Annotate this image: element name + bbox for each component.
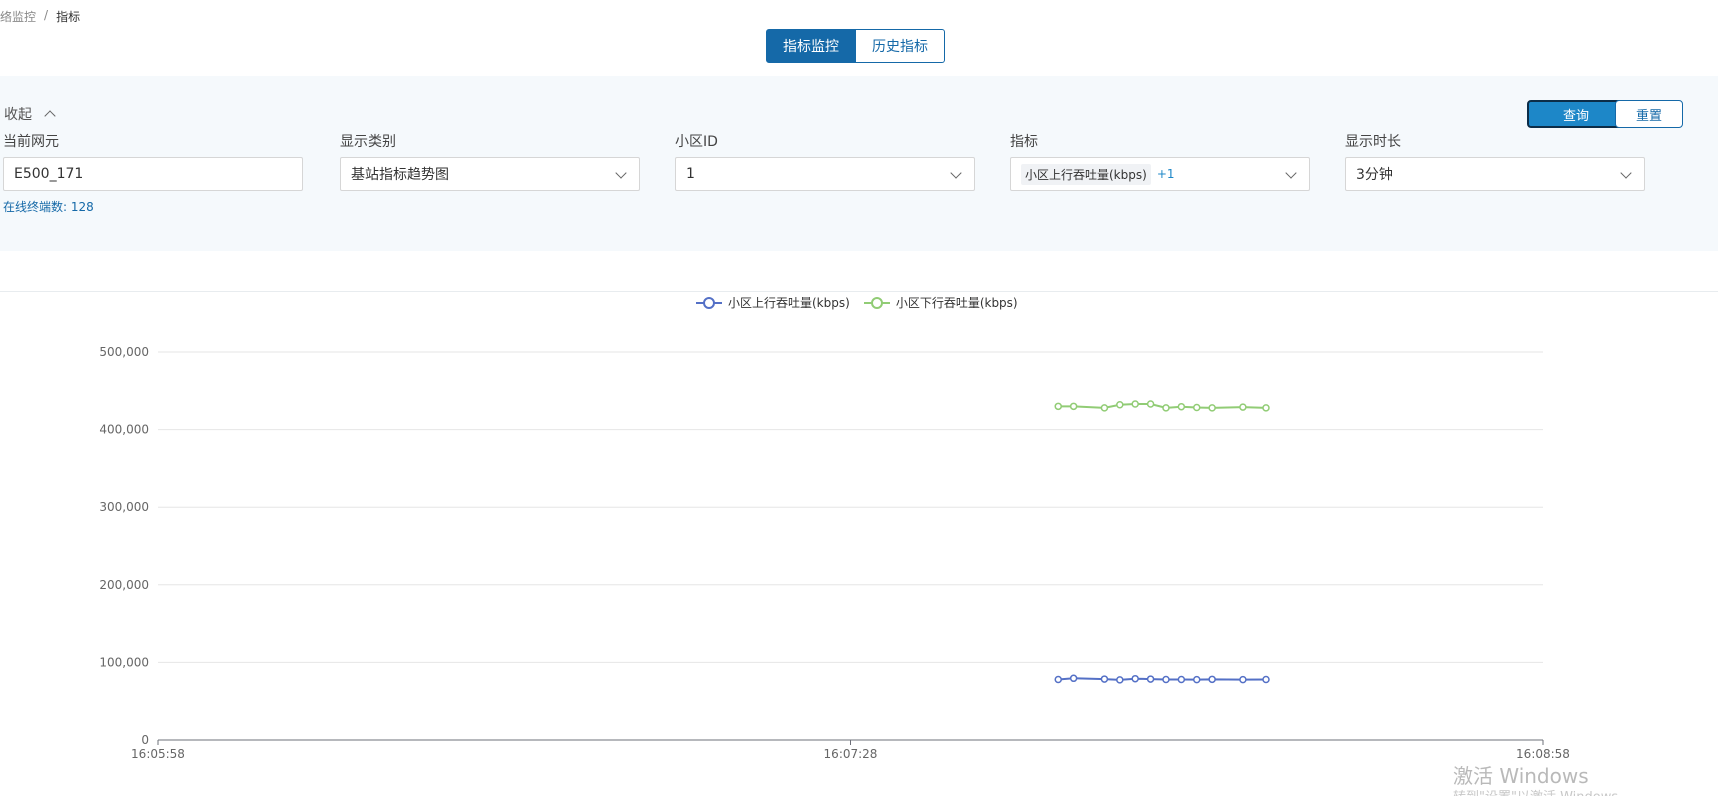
x-tick-label: 16:05:58 [131, 747, 185, 761]
data-point [1208, 404, 1216, 412]
reset-button[interactable]: 重置 [1615, 100, 1683, 128]
data-point [1146, 400, 1155, 408]
duration-value: 3分钟 [1356, 167, 1393, 183]
y-tick-label: 0 [141, 733, 149, 747]
collapse-label: 收起 [4, 107, 32, 123]
activation-watermark-hint: 转到"设置"以激活 Windows。 [1453, 786, 1631, 796]
online-terminals-count: 在线终端数: 128 [3, 200, 94, 214]
cell-id-select[interactable]: 1 [675, 157, 975, 191]
display-type-label: 显示类别 [340, 134, 396, 150]
metric-more-count: +1 [1156, 167, 1175, 181]
cell-id-label: 小区ID [675, 134, 718, 150]
mode-tabs: 指标监控 历史指标 [766, 29, 945, 63]
breadcrumb-parent[interactable]: 络监控 [0, 8, 36, 25]
x-tick-label: 16:07:28 [824, 747, 878, 761]
y-tick-label: 100,000 [99, 655, 149, 669]
data-point [1193, 403, 1201, 412]
legend-label-uplink: 小区上行吞吐量(kbps) [728, 296, 850, 310]
tab-realtime-metrics[interactable]: 指标监控 [766, 29, 856, 63]
divider [0, 291, 1718, 292]
display-type-select[interactable]: 基站指标趋势图 [340, 157, 640, 191]
data-point [1208, 675, 1216, 684]
display-type-field: 显示类别 基站指标趋势图 [340, 131, 640, 191]
series-line-1 [1058, 402, 1267, 409]
x-tick-label: 16:08:58 [1516, 747, 1570, 761]
duration-label: 显示时长 [1345, 134, 1401, 150]
display-type-value: 基站指标趋势图 [351, 167, 449, 183]
element-input-box[interactable] [3, 157, 303, 191]
data-point [1177, 675, 1186, 684]
legend-label-downlink: 小区下行吞吐量(kbps) [895, 296, 1018, 310]
legend-line-icon [696, 296, 722, 309]
y-tick-label: 400,000 [99, 423, 149, 437]
data-point [1069, 402, 1078, 411]
chevron-down-icon [1620, 167, 1632, 179]
data-point [1177, 402, 1186, 411]
data-point [1116, 401, 1124, 409]
duration-select[interactable]: 3分钟 [1345, 157, 1645, 191]
element-field: 当前网元 [3, 131, 303, 191]
chevron-down-icon [950, 167, 962, 179]
series-line-0 [1058, 677, 1267, 681]
y-tick-label: 500,000 [99, 345, 149, 359]
chart-legend: 小区上行吞吐量(kbps) 小区下行吞吐量(kbps) [696, 294, 1018, 311]
metric-label: 指标 [1010, 134, 1038, 150]
collapse-toggle[interactable]: 收起 [4, 104, 56, 124]
metric-select[interactable]: 小区上行吞吐量(kbps) +1 [1010, 157, 1310, 191]
data-point [1162, 675, 1170, 684]
throughput-line-chart: 500,000400,000300,000200,000100,000016:0… [99, 345, 1570, 761]
data-point [1239, 675, 1247, 684]
y-tick-label: 200,000 [99, 578, 149, 592]
element-input[interactable] [14, 166, 292, 182]
data-point [1131, 400, 1139, 408]
data-point [1069, 674, 1078, 683]
data-point [1116, 676, 1124, 684]
tab-history-metrics[interactable]: 历史指标 [856, 29, 945, 63]
data-point [1162, 404, 1170, 412]
breadcrumb-separator: / [44, 8, 49, 22]
metric-field: 指标 小区上行吞吐量(kbps) +1 [1010, 131, 1310, 191]
metric-tag: 小区上行吞吐量(kbps) [1021, 163, 1151, 185]
data-point [1239, 403, 1247, 411]
legend-line-icon [863, 296, 890, 309]
chevron-down-icon [1285, 167, 1297, 179]
filter-panel: 收起 查询 重置 当前网元 显示类别 基站指标趋势图 小区ID 1 指标 小区上… [0, 76, 1718, 251]
data-point [1262, 404, 1270, 412]
data-point [1100, 675, 1109, 683]
data-point [1100, 404, 1109, 412]
data-point [1054, 402, 1062, 411]
data-point [1131, 674, 1139, 683]
data-point [1054, 675, 1062, 684]
chevron-down-icon [615, 167, 627, 179]
duration-field: 显示时长 3分钟 [1345, 131, 1645, 191]
query-button[interactable]: 查询 [1527, 100, 1625, 128]
element-label: 当前网元 [3, 134, 59, 150]
data-point [1262, 675, 1270, 684]
activation-watermark: 激活 Windows [1453, 764, 1589, 788]
chevron-up-icon [44, 110, 56, 122]
breadcrumb-current: 指标 [56, 10, 81, 24]
cell-id-value: 1 [686, 166, 695, 182]
data-point [1193, 675, 1201, 684]
data-point [1146, 675, 1155, 683]
breadcrumb: 络监控 / 指标 [0, 8, 80, 25]
y-tick-label: 300,000 [99, 500, 149, 514]
legend-item-downlink[interactable]: 小区下行吞吐量(kbps) [863, 294, 1018, 311]
legend-item-uplink[interactable]: 小区上行吞吐量(kbps) [696, 294, 850, 311]
cell-id-field: 小区ID 1 [675, 131, 975, 191]
